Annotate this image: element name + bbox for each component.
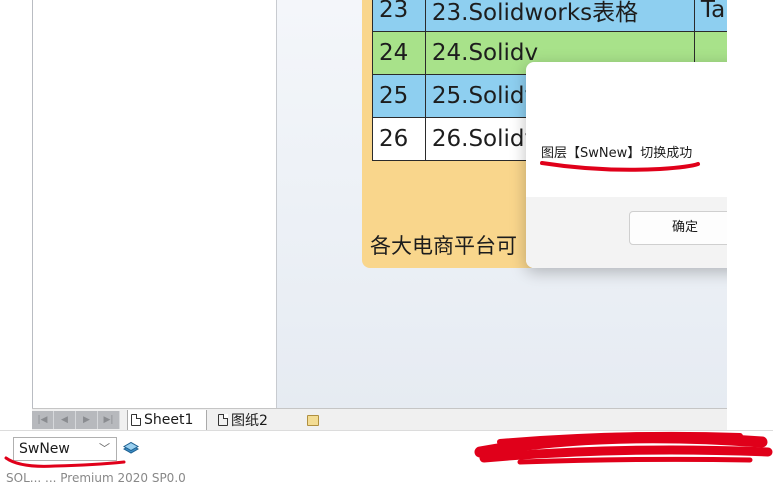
ok-button[interactable]: 确定 [629, 211, 741, 245]
row-number: 26 [372, 117, 426, 161]
last-sheet-icon[interactable]: ▶| [98, 411, 120, 429]
layer-dropdown[interactable]: SwNew ﹀ [13, 437, 117, 461]
chevron-down-icon: ﹀ [99, 442, 110, 455]
next-sheet-icon[interactable]: ▶ [76, 411, 98, 429]
row-number: 25 [372, 74, 426, 118]
tab-label: Sheet1 [144, 412, 194, 428]
dialog-footer: 确定 [526, 197, 756, 268]
layer-value: SwNew [19, 441, 70, 457]
add-sheet-button[interactable] [302, 410, 324, 430]
sheet-icon [131, 414, 141, 426]
right-margin [727, 0, 773, 430]
row-number: 24 [372, 31, 426, 75]
add-sheet-icon [307, 414, 319, 426]
row-name: 23.Solidworks表格 [424, 0, 695, 32]
first-sheet-icon[interactable]: |◀ [32, 411, 54, 429]
tab-sheet2[interactable]: 图纸2 [215, 410, 291, 430]
sheet-nav-buttons: |◀ ◀ ▶ ▶| [32, 411, 120, 429]
prev-sheet-icon[interactable]: ◀ [54, 411, 76, 429]
sheet-icon [218, 414, 228, 426]
message-dialog: 图层【SwNew】切换成功 确定 [526, 62, 756, 268]
row-number: 23 [372, 0, 426, 32]
status-text: SOL... ... Premium 2020 SP0.0 [6, 471, 186, 485]
sheet-tab-bar: |◀ ◀ ▶ ▶| Sheet1 图纸2 [32, 408, 727, 431]
tab-label: 图纸2 [231, 413, 268, 429]
layer-stack-icon[interactable] [122, 441, 140, 455]
feature-tree-panel [0, 0, 32, 408]
dialog-message: 图层【SwNew】切换成功 [541, 146, 693, 161]
card-footer-text: 各大电商平台可 [370, 234, 517, 258]
tab-sheet1[interactable]: Sheet1 [127, 410, 207, 430]
drawing-sheet-area[interactable] [33, 0, 277, 408]
table-row: 23 23.Solidworks表格 Ta [372, 0, 762, 32]
status-bar: SwNew ﹀ SOL... ... Premium 2020 SP0.0 [0, 430, 773, 485]
